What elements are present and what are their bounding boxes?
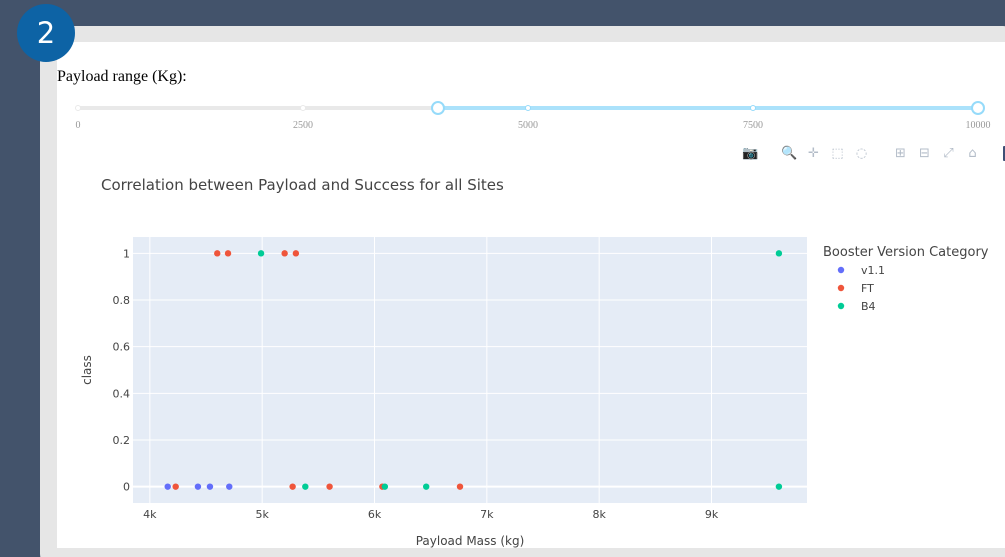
data-point-ft[interactable] [326, 483, 333, 490]
y-tick-label: 1 [123, 247, 130, 260]
legend-marker[interactable] [837, 266, 845, 274]
data-point-b4[interactable] [257, 250, 265, 257]
legend-item-label[interactable]: v1.1 [861, 264, 885, 277]
x-tick-label: 6k [368, 508, 382, 521]
payload-success-scatter-chart: Correlation between Payload and Success … [80, 176, 989, 548]
y-tick-label: 0.4 [113, 387, 131, 400]
x-axis-title: Payload Mass (kg) [416, 534, 525, 548]
data-point-b4[interactable] [381, 483, 389, 490]
data-point-v1-1[interactable] [226, 483, 233, 490]
y-tick-label: 0.2 [113, 434, 131, 447]
legend-marker[interactable] [837, 284, 845, 292]
y-tick-label: 0.6 [113, 341, 131, 354]
x-tick-label: 9k [705, 508, 719, 521]
data-point-v1-1[interactable] [164, 483, 171, 490]
step-badge: 2 [17, 4, 75, 62]
x-tick-label: 4k [143, 508, 157, 521]
y-tick-label: 0.8 [113, 294, 131, 307]
data-point-ft[interactable] [292, 250, 300, 257]
x-tick-label: 5k [255, 508, 269, 521]
data-point-ft[interactable] [289, 483, 296, 490]
data-point-v1-1[interactable] [194, 483, 202, 490]
legend-item-label[interactable]: FT [861, 282, 874, 295]
chart-title: Correlation between Payload and Success … [101, 176, 504, 194]
legend-item-label[interactable]: B4 [861, 300, 876, 313]
legend-marker[interactable] [837, 302, 845, 310]
data-point-ft[interactable] [214, 250, 221, 257]
y-tick-label: 0 [123, 481, 130, 494]
data-point-v1-1[interactable] [206, 483, 214, 490]
x-tick-label: 8k [592, 508, 606, 521]
data-point-ft[interactable] [281, 250, 288, 257]
y-axis-title: class [80, 355, 94, 385]
data-point-ft[interactable] [172, 483, 179, 490]
data-point-b4[interactable] [775, 250, 783, 257]
data-point-ft[interactable] [456, 483, 464, 490]
data-point-ft[interactable] [224, 250, 232, 257]
x-tick-label: 7k [480, 508, 494, 521]
plot-area[interactable] [133, 237, 807, 503]
data-point-b4[interactable] [422, 483, 430, 490]
legend-title: Booster Version Category [823, 245, 989, 260]
data-point-b4[interactable] [302, 483, 309, 490]
data-point-b4[interactable] [775, 483, 783, 490]
